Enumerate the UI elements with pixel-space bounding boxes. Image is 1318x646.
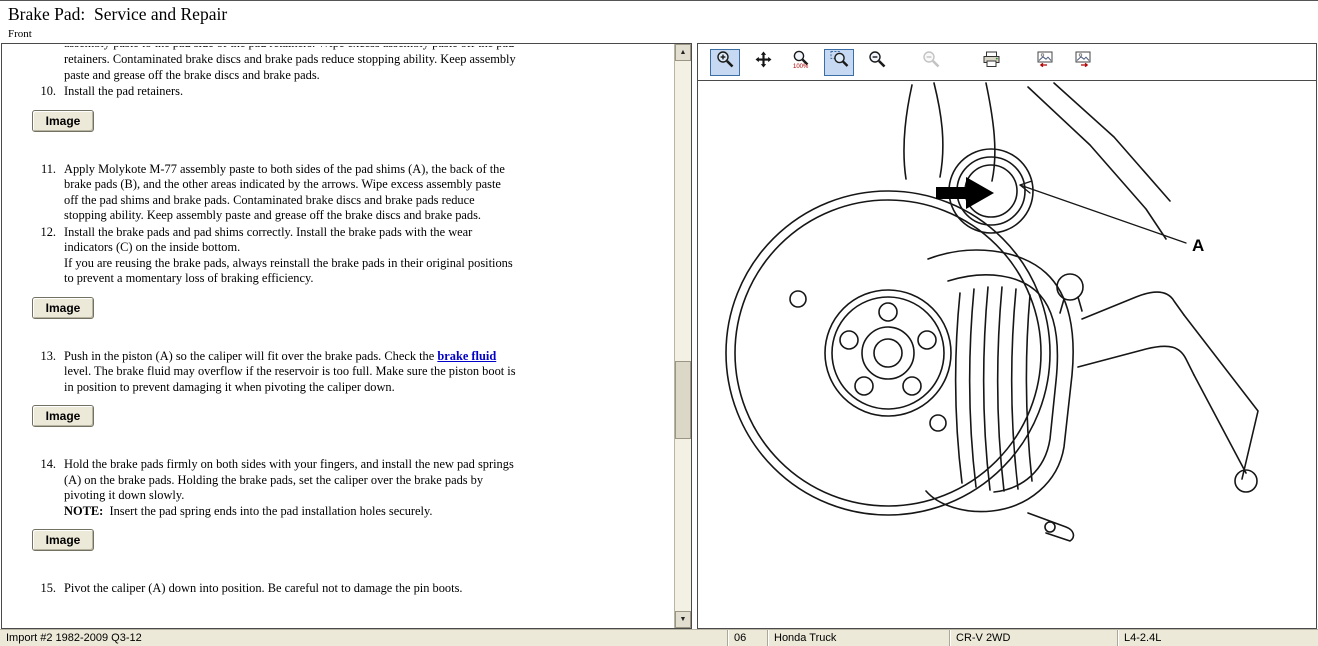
step-item-12: 12. Install the brake pads and pad shims… bbox=[32, 225, 668, 287]
pan-icon bbox=[755, 51, 772, 73]
note-label: NOTE: bbox=[64, 504, 103, 518]
next-image-icon bbox=[1073, 51, 1093, 73]
continued-paragraph: retainers. Contaminated brake discs and … bbox=[64, 52, 516, 83]
zoom-in-icon bbox=[716, 50, 735, 74]
scroll-down-button[interactable]: ▼ bbox=[675, 611, 691, 628]
image-viewer-panel: 100% bbox=[697, 43, 1317, 629]
image-button[interactable]: Image bbox=[32, 297, 94, 319]
step-item-13: 13. Push in the piston (A) so the calipe… bbox=[32, 349, 668, 396]
brake-fluid-link[interactable]: brake fluid bbox=[437, 349, 496, 363]
zoom-out-disabled-button bbox=[916, 49, 946, 76]
status-year: 06 bbox=[728, 630, 768, 646]
step-number: 15. bbox=[32, 581, 56, 597]
zoom-100-icon: 100% bbox=[792, 50, 811, 74]
previous-image-icon bbox=[1035, 51, 1055, 73]
status-make: Honda Truck bbox=[768, 630, 950, 646]
zoom-out-disabled-icon bbox=[922, 50, 941, 74]
document-scrollbar[interactable]: ▲ ▼ bbox=[674, 44, 691, 628]
previous-image-button[interactable] bbox=[1030, 49, 1060, 76]
image-button[interactable]: Image bbox=[32, 405, 94, 427]
page-header: Brake Pad: Service and Repair Front bbox=[0, 1, 1318, 43]
step-text: Install the pad retainers. bbox=[64, 84, 516, 100]
step-text: Install the brake pads and pad shims cor… bbox=[64, 225, 516, 256]
page-title: Brake Pad: Service and Repair bbox=[8, 4, 1318, 25]
svg-text:100%: 100% bbox=[793, 64, 809, 69]
note-paragraph: NOTE: Insert the pad spring ends into th… bbox=[64, 504, 516, 520]
step-text-2: If you are reusing the brake pads, alway… bbox=[64, 256, 516, 287]
zoom-actual-size-button[interactable]: 100% bbox=[786, 49, 816, 76]
zoom-window-icon bbox=[830, 50, 849, 74]
image-button[interactable]: Image bbox=[32, 110, 94, 132]
zoom-out-icon bbox=[868, 50, 887, 74]
step-text: Apply Molykote M-77 assembly paste to bo… bbox=[64, 162, 516, 224]
zoom-out-button[interactable] bbox=[862, 49, 892, 76]
print-icon bbox=[982, 51, 1001, 73]
diagram-label-a: A bbox=[1192, 236, 1204, 255]
scroll-up-button[interactable]: ▲ bbox=[675, 44, 691, 61]
zoom-in-button[interactable] bbox=[710, 49, 740, 76]
document-panel: assembly paste to the pad side of the pa… bbox=[1, 43, 692, 629]
scrollbar-thumb[interactable] bbox=[675, 361, 691, 439]
note-text: Insert the pad spring ends into the pad … bbox=[103, 504, 432, 518]
step-item-10: 10. Install the pad retainers. bbox=[32, 84, 668, 100]
step-number: 14. bbox=[32, 457, 56, 519]
next-image-button[interactable] bbox=[1068, 49, 1098, 76]
status-bar: Import #2 1982-2009 Q3-12 06 Honda Truck… bbox=[0, 629, 1318, 646]
print-button[interactable] bbox=[976, 49, 1006, 76]
step-item-14: 14. Hold the brake pads firmly on both s… bbox=[32, 457, 668, 519]
step-text: Hold the brake pads firmly on both sides… bbox=[64, 457, 516, 504]
step-item-15: 15. Pivot the caliper (A) down into posi… bbox=[32, 581, 668, 597]
status-import: Import #2 1982-2009 Q3-12 bbox=[0, 630, 728, 646]
status-engine: L4-2.4L bbox=[1118, 630, 1318, 646]
step-item-11: 11. Apply Molykote M-77 assembly paste t… bbox=[32, 162, 668, 224]
zoom-window-button[interactable] bbox=[824, 49, 854, 76]
diagram-canvas[interactable]: A bbox=[698, 81, 1316, 628]
step-number: 13. bbox=[32, 349, 56, 396]
viewer-toolbar: 100% bbox=[698, 44, 1316, 81]
document-content: assembly paste to the pad side of the pa… bbox=[2, 44, 674, 628]
page-subtitle: Front bbox=[8, 28, 1318, 40]
step-number: 12. bbox=[32, 225, 56, 287]
brake-caliper-disc-diagram: A bbox=[698, 81, 1316, 628]
step-number: 10. bbox=[32, 84, 56, 100]
status-model: CR-V 2WD bbox=[950, 630, 1118, 646]
pan-button[interactable] bbox=[748, 49, 778, 76]
step-text: Pivot the caliper (A) down into position… bbox=[64, 581, 516, 597]
step-text: Push in the piston (A) so the caliper wi… bbox=[64, 349, 516, 396]
black-arrow-marker bbox=[936, 177, 994, 209]
image-button[interactable]: Image bbox=[32, 529, 94, 551]
step-number: 11. bbox=[32, 162, 56, 224]
